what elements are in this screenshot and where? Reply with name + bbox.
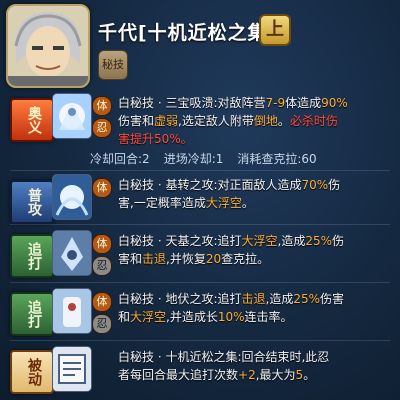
chakra-type-icon: 体 — [92, 96, 112, 116]
skill-description-chase-2: 白秘技 · 地伏之攻:追打击退,造成25%伤害 和大浮空,并造成长10%连击率。 — [118, 292, 345, 324]
skill-label-passive[interactable]: 被动 — [10, 350, 54, 394]
entry-cooldown-stat: 进场冷却:1 — [163, 152, 224, 166]
type-badge: 秘技 — [98, 50, 128, 80]
chakra-type-icon: 体 — [92, 234, 112, 254]
skill-description-chase-1: 白秘技 · 天基之攻:追打大浮空,造成25%伤 害和击退,并恢复20查克拉。 — [118, 234, 345, 266]
chakra-type-icon: 忍 — [92, 314, 112, 334]
skill-icon-chase-1[interactable] — [52, 230, 92, 276]
skill-icon-passive[interactable] — [52, 346, 92, 392]
chakra-type-icon: 体 — [92, 178, 112, 198]
chakra-cost-stat: 消耗查克拉:60 — [237, 152, 317, 166]
skill-icon-normal-attack[interactable] — [52, 174, 92, 220]
skill-icon-ultimate[interactable] — [52, 93, 92, 139]
skill-label-chase-1[interactable]: 追打 — [10, 234, 54, 278]
grade-badge: 上 — [259, 14, 291, 46]
chakra-type-icon: 忍 — [92, 256, 112, 276]
skill-description-normal-attack: 白秘技 · 基转之攻:对正面敌人造成70%伤 害,一定概率造成大浮空。 — [118, 178, 341, 210]
skill-label-normal-attack[interactable]: 普攻 — [10, 180, 54, 224]
skill-description-ultimate: 白秘技 · 三宝吸溃:对敌阵营7-9体造成90% 伤害和虚弱,选定敌人附带倒地。… — [118, 96, 348, 146]
skill-label-ultimate[interactable]: 奥义 — [10, 98, 54, 142]
divider — [10, 282, 390, 283]
divider — [10, 340, 390, 341]
character-portrait — [6, 4, 90, 88]
skill-icon-chase-2[interactable] — [52, 288, 92, 334]
skill-description-passive: 白秘技 · 十机近松之集:回合结束时,此忍 者每回合最大追打次数+2,最大为5。 — [118, 350, 330, 382]
chakra-type-icon: 忍 — [92, 118, 112, 138]
skill-label-chase-2[interactable]: 追打 — [10, 292, 54, 336]
cooldown-stat: 冷却回合:2 — [90, 152, 150, 166]
skill-stats: 冷却回合:2 进场冷却:1 消耗查克拉:60 — [90, 150, 394, 168]
character-name: 千代[十机近松之集] — [98, 22, 278, 44]
divider — [10, 224, 390, 225]
chakra-type-icon: 体 — [92, 292, 112, 312]
divider — [10, 170, 390, 171]
